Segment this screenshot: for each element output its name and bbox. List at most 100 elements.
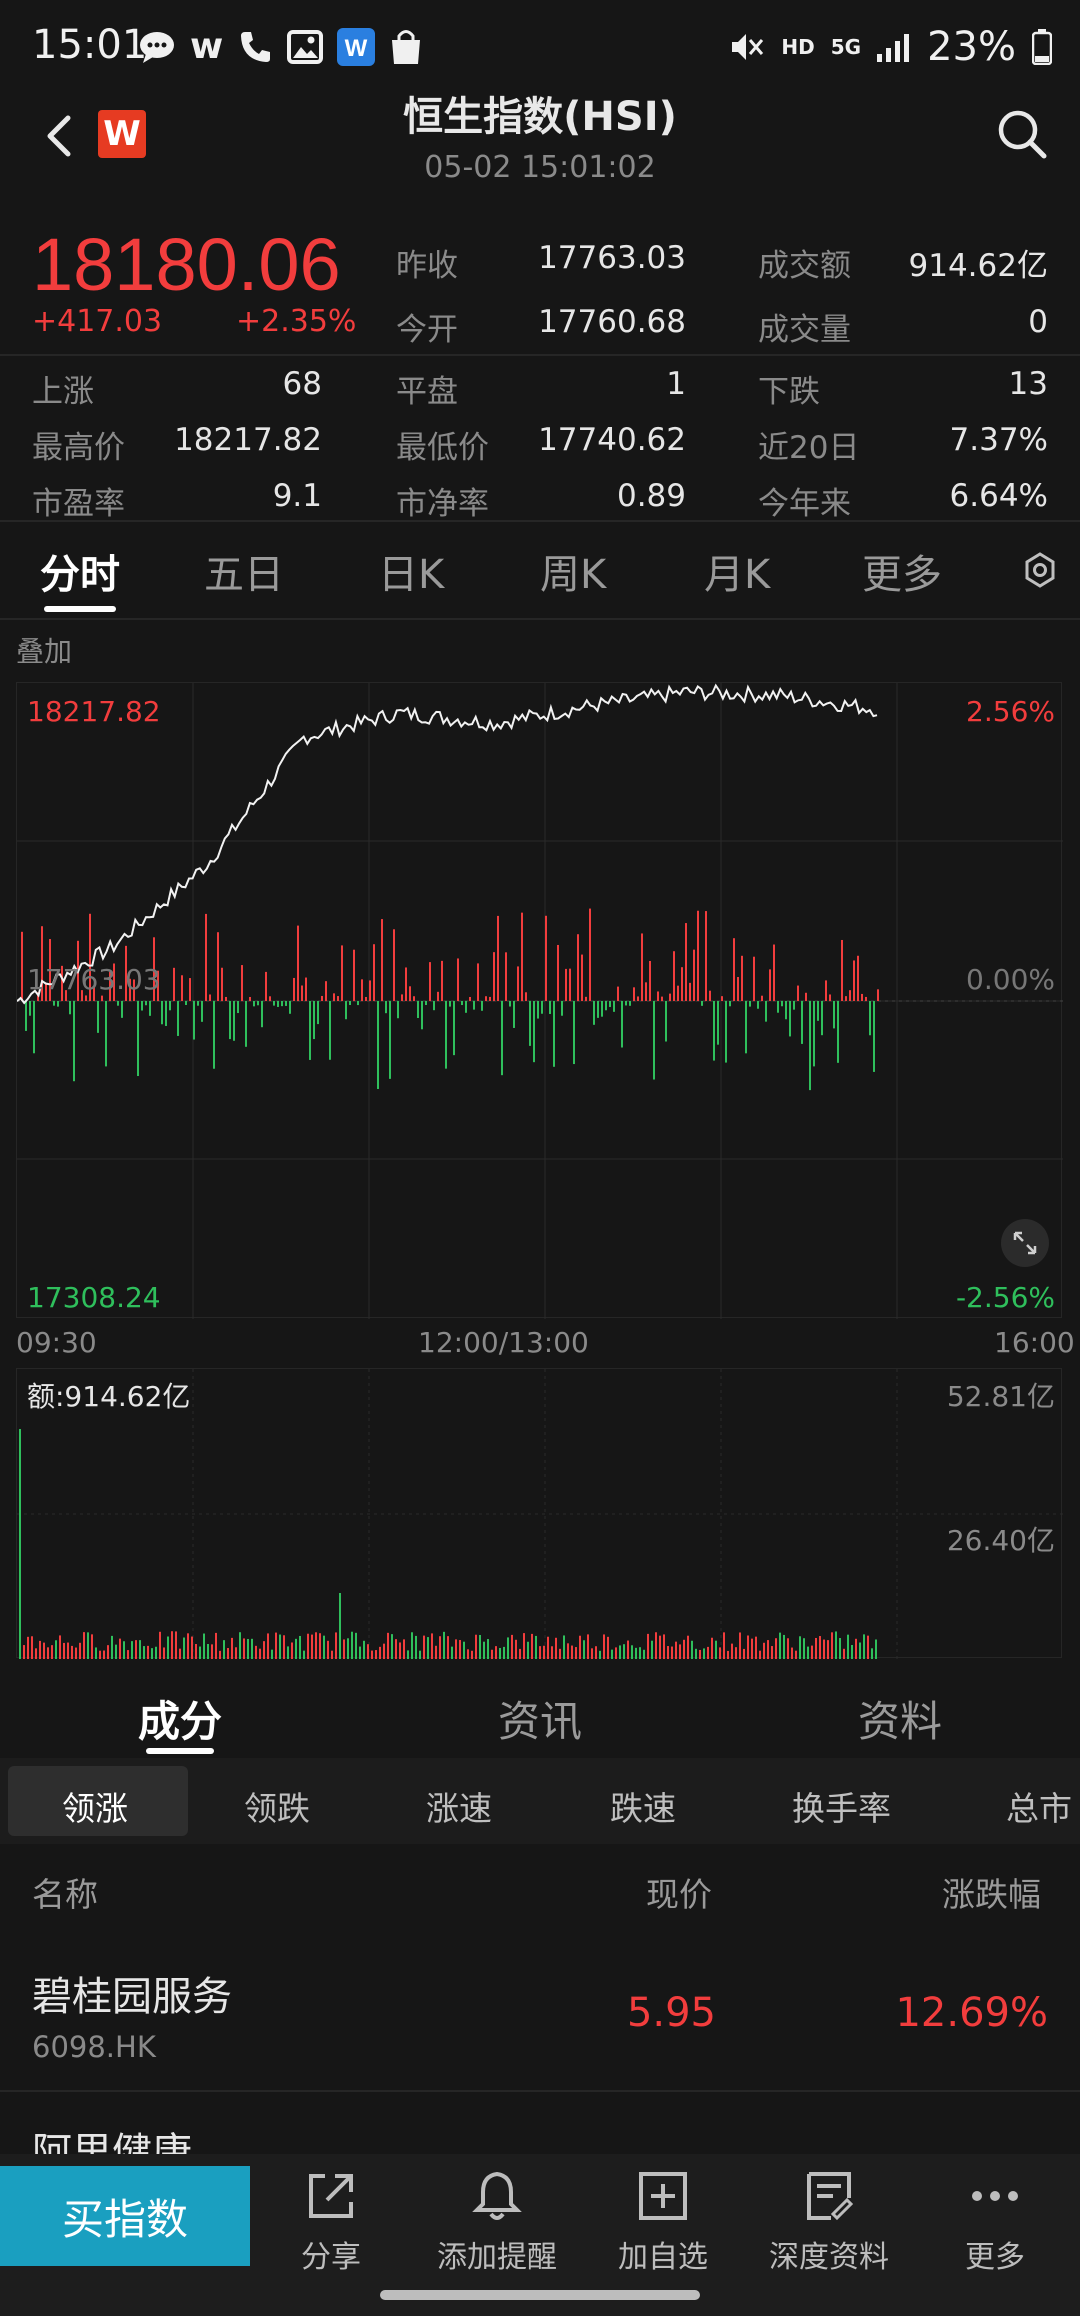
volume-bar: [483, 1641, 485, 1659]
volume-bar: [111, 1635, 113, 1659]
up-tick-bar: [381, 919, 383, 1001]
volume-bar: [623, 1644, 625, 1659]
volume-bar: [511, 1634, 513, 1659]
add-alert-label: 添加提醒: [437, 2240, 557, 2275]
volume-bar: [143, 1646, 145, 1659]
up-tick-bar: [101, 995, 103, 1001]
20day-label: 近20日: [758, 430, 860, 466]
volume-bar: [95, 1647, 97, 1659]
up-tick-bar: [209, 994, 211, 1001]
up-tick-bar: [673, 951, 675, 1001]
more-button[interactable]: 更多: [915, 2168, 1075, 2276]
up-tick-bar: [805, 992, 807, 1001]
tab-5day[interactable]: 五日: [204, 542, 284, 600]
chart-mid-pct: 0.00%: [966, 963, 1055, 996]
volume-bar: [311, 1634, 313, 1659]
volume-bar: [835, 1631, 837, 1659]
volume-bar: [331, 1650, 333, 1659]
volume-bar: [59, 1635, 61, 1659]
volume-bar: [691, 1640, 693, 1659]
up-tick-bar: [577, 934, 579, 1001]
buy-index-button[interactable]: 买指数: [0, 2166, 250, 2266]
pb-label: 市净率: [396, 486, 489, 522]
up-tick-bar: [477, 963, 479, 1001]
tab-intraday[interactable]: 分时: [40, 542, 120, 600]
volume-bar: [583, 1640, 585, 1659]
up-tick-bar: [413, 996, 415, 1001]
sort-tab-turnover-rate[interactable]: 换手率: [792, 1782, 891, 1830]
up-tick-bar: [221, 967, 223, 1001]
sort-tab-top-gainers[interactable]: 领涨: [62, 1782, 128, 1830]
volume-bar: [343, 1639, 345, 1659]
add-watchlist-button[interactable]: 加自选: [583, 2168, 743, 2276]
up-tick-bar: [681, 967, 683, 1001]
volume-bar: [571, 1645, 573, 1659]
down-tick-bar: [201, 1001, 203, 1022]
down-tick-bar: [665, 1001, 667, 1042]
down-tick-bar: [193, 1001, 195, 1040]
tab-daily-k[interactable]: 日K: [378, 542, 444, 600]
tab-profile[interactable]: 资料: [858, 1688, 942, 1749]
down-tick-bar: [813, 1001, 815, 1067]
tab-weekly-k[interactable]: 周K: [540, 542, 606, 600]
volume-bar: [627, 1640, 629, 1659]
home-indicator[interactable]: [380, 2290, 700, 2300]
down-tick-bar: [809, 1001, 811, 1091]
down-tick-bar: [309, 1001, 311, 1060]
add-alert-button[interactable]: 添加提醒: [417, 2168, 577, 2276]
volume-bar: [607, 1636, 609, 1659]
sort-tab-fast-fallers[interactable]: 跌速: [610, 1782, 676, 1830]
volume-bar: [503, 1646, 505, 1659]
divider: [0, 354, 1080, 356]
sort-tab-market-cap[interactable]: 总市: [1006, 1782, 1072, 1830]
up-tick-bar: [249, 996, 251, 1001]
tab-monthly-k[interactable]: 月K: [704, 542, 770, 600]
up-tick-bar: [497, 915, 499, 1001]
down-tick-bar: [609, 1001, 611, 1007]
volume-bar: [75, 1647, 77, 1659]
up-tick-bar: [485, 996, 487, 1001]
down-tick-bar: [229, 1001, 231, 1040]
down-tick-bar: [145, 1001, 147, 1006]
tab-constituents[interactable]: 成分: [138, 1688, 222, 1749]
list-item[interactable]: 碧桂园服务 6098.HK 5.95 12.69%: [0, 1930, 1080, 2090]
volume-bar: [619, 1645, 621, 1659]
w-icon: w: [190, 26, 224, 67]
down-tick-bar: [29, 1001, 31, 1016]
up-tick-bar: [689, 982, 691, 1001]
volume-bar: [355, 1632, 357, 1659]
up-tick-bar: [301, 985, 303, 1001]
chart-settings-button[interactable]: [1022, 552, 1058, 592]
tab-more[interactable]: 更多: [862, 542, 942, 600]
volume-bar: [99, 1650, 101, 1659]
down-tick-bar: [801, 1001, 803, 1044]
volume-bar: [35, 1648, 37, 1659]
down-tick-bar: [389, 1001, 391, 1079]
up-tick-bar: [321, 995, 323, 1001]
volume-bar: [171, 1631, 173, 1659]
sort-tab-fast-risers[interactable]: 涨速: [426, 1782, 492, 1830]
app-root: 15:01 w W HD 5G 23% W 恒生指数(HSI) 05-02 15…: [0, 0, 1080, 2316]
sort-tab-top-losers[interactable]: 领跌: [244, 1782, 310, 1830]
tab-news[interactable]: 资讯: [498, 1688, 582, 1749]
hd-icon: HD: [781, 35, 815, 59]
search-button[interactable]: [996, 108, 1048, 160]
share-button[interactable]: 分享: [251, 2168, 411, 2276]
volume-bar: [795, 1650, 797, 1659]
volume-bar: [671, 1646, 673, 1659]
volume-bar: [523, 1633, 525, 1659]
deep-info-button[interactable]: 深度资料: [749, 2168, 909, 2276]
down-tick-bar: [285, 1001, 287, 1006]
down-tick-bar: [57, 1001, 59, 1007]
volume-bar: [255, 1645, 257, 1659]
down-tick-bar: [765, 1001, 767, 1022]
up-tick-bar: [557, 944, 559, 1001]
fullscreen-button[interactable]: [1001, 1219, 1049, 1267]
stock-code: 6098.HK: [32, 2030, 156, 2064]
up-tick-bar: [21, 931, 23, 1001]
overlay-button[interactable]: 叠加: [16, 630, 72, 670]
up-tick-bar: [493, 952, 495, 1001]
volume-bar: [287, 1646, 289, 1659]
volume-bar: [803, 1638, 805, 1659]
down-tick-bar: [245, 1001, 247, 1047]
